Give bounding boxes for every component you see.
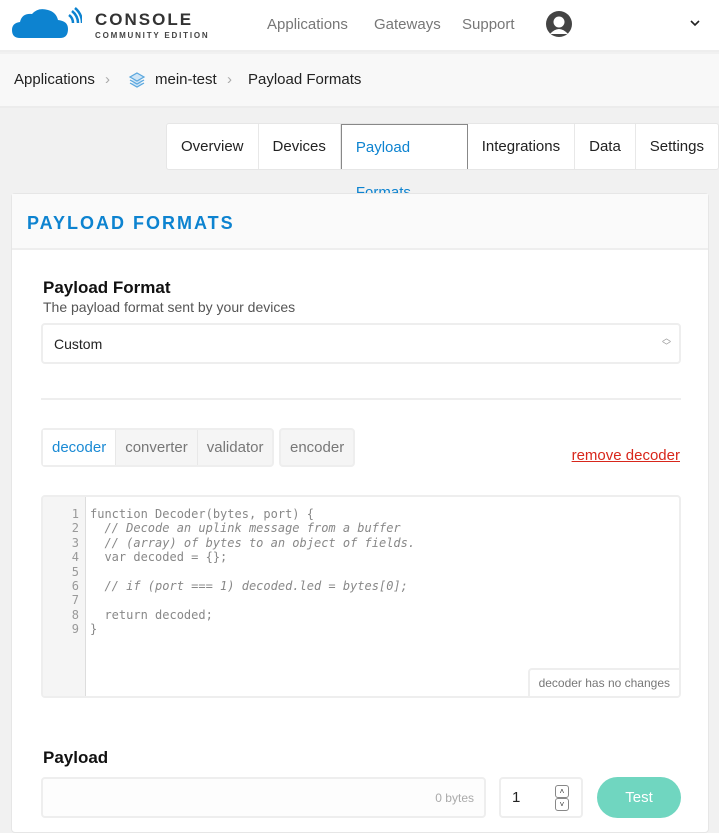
chevron-down-icon[interactable] bbox=[689, 17, 701, 29]
line-text: return decoded; bbox=[90, 607, 213, 622]
line-text: // (array) of bytes to an object of fiel… bbox=[90, 535, 416, 550]
tab-devices[interactable]: Devices bbox=[259, 124, 341, 169]
layers-icon bbox=[128, 72, 146, 88]
port-input[interactable]: 1 ˄ ˅ bbox=[499, 777, 583, 818]
breadcrumb: Applications › mein-test › Payload Forma… bbox=[0, 54, 719, 108]
line-text bbox=[79, 593, 90, 607]
function-tabs: decoder converter validator bbox=[41, 428, 275, 467]
port-stepper[interactable]: ˄ ˅ bbox=[555, 785, 569, 811]
tab-converter[interactable]: converter bbox=[116, 430, 198, 465]
line-number: 7 bbox=[71, 593, 79, 608]
chevron-right-icon: › bbox=[227, 71, 232, 88]
remove-decoder-link[interactable]: remove decoder bbox=[572, 447, 680, 464]
tab-settings[interactable]: Settings bbox=[636, 124, 718, 169]
top-bar: CONSOLE COMMUNITY EDITION Applications Ga… bbox=[0, 0, 719, 52]
line-number: 3 bbox=[71, 535, 79, 550]
select-arrows-icon: ︿ ﹀ bbox=[661, 333, 671, 351]
payload-input[interactable]: 0 bytes bbox=[41, 777, 486, 818]
tab-overview[interactable]: Overview bbox=[167, 124, 259, 169]
code-line: 8 return decoded; bbox=[43, 608, 415, 622]
line-text: var decoded = {}; bbox=[90, 550, 228, 565]
code-line: 4 var decoded = {}; bbox=[43, 550, 415, 564]
breadcrumb-applications[interactable]: Applications bbox=[14, 71, 95, 88]
line-text: // if (port === 1) decoded.led = bytes[0… bbox=[90, 579, 408, 594]
code-line: 9} bbox=[43, 622, 415, 636]
code-line: 7 bbox=[43, 593, 415, 607]
payload-format-description: The payload format sent by your devices bbox=[43, 299, 296, 315]
increment-icon[interactable]: ˄ bbox=[555, 785, 569, 798]
line-number: 4 bbox=[71, 550, 79, 565]
code-content[interactable]: 1 function Decoder(bytes, port) {2 // Dec… bbox=[43, 507, 415, 637]
payload-format-select[interactable]: Custom ︿ ﹀ bbox=[41, 323, 681, 364]
line-number: 8 bbox=[71, 607, 79, 622]
brand: CONSOLE COMMUNITY EDITION bbox=[95, 10, 210, 40]
tab-data[interactable]: Data bbox=[575, 124, 636, 169]
app-tabs: Overview Devices Payload Formats Integra… bbox=[166, 123, 719, 201]
line-number: 5 bbox=[71, 564, 79, 579]
code-line: 1 function Decoder(bytes, port) { bbox=[43, 507, 415, 521]
code-line: 5 bbox=[43, 565, 415, 579]
chevron-right-icon: › bbox=[105, 71, 110, 88]
payload-label: Payload bbox=[43, 748, 109, 767]
code-line: 2 // Decode an uplink message from a buf… bbox=[43, 521, 415, 535]
line-text: // Decode an uplink message from a buffe… bbox=[90, 521, 401, 536]
code-line: 3 // (array) of bytes to an object of fi… bbox=[43, 536, 415, 550]
payload-format-label: Payload Format bbox=[43, 278, 171, 297]
line-number: 1 bbox=[71, 507, 79, 521]
decrement-icon[interactable]: ˅ bbox=[555, 798, 569, 811]
line-number: 9 bbox=[71, 622, 79, 637]
encoder-tab-group: encoder bbox=[279, 428, 356, 467]
cloud-logo-icon[interactable] bbox=[12, 7, 82, 39]
test-button[interactable]: Test bbox=[597, 777, 681, 818]
tab-integrations[interactable]: Integrations bbox=[468, 124, 576, 169]
tab-validator[interactable]: validator bbox=[198, 430, 273, 465]
line-text: function Decoder(bytes, port) { bbox=[90, 507, 314, 521]
divider bbox=[41, 398, 681, 400]
nav-gateways[interactable]: Gateways bbox=[374, 16, 441, 33]
breadcrumb-app[interactable]: mein-test bbox=[155, 71, 217, 88]
card-title: PAYLOAD FORMATS bbox=[12, 194, 708, 250]
tab-encoder[interactable]: encoder bbox=[281, 430, 353, 465]
line-text bbox=[79, 565, 90, 579]
tab-payload-formats[interactable]: Payload Formats bbox=[340, 124, 468, 201]
editor-status: decoder has no changes bbox=[527, 668, 679, 696]
line-number: 6 bbox=[71, 579, 79, 594]
code-editor[interactable]: 1 function Decoder(bytes, port) {2 // Dec… bbox=[41, 495, 681, 698]
code-line: 6 // if (port === 1) decoded.led = bytes… bbox=[43, 579, 415, 593]
tab-decoder[interactable]: decoder bbox=[43, 430, 117, 465]
breadcrumb-current: Payload Formats bbox=[248, 71, 362, 88]
nav-support[interactable]: Support bbox=[462, 16, 515, 33]
byte-count: 0 bytes bbox=[435, 791, 474, 805]
nav-applications[interactable]: Applications bbox=[267, 16, 348, 33]
user-avatar-icon[interactable] bbox=[546, 11, 572, 37]
line-text: } bbox=[90, 622, 98, 637]
payload-formats-card: PAYLOAD FORMATS Payload Format The paylo… bbox=[11, 193, 709, 833]
line-number: 2 bbox=[71, 521, 79, 536]
